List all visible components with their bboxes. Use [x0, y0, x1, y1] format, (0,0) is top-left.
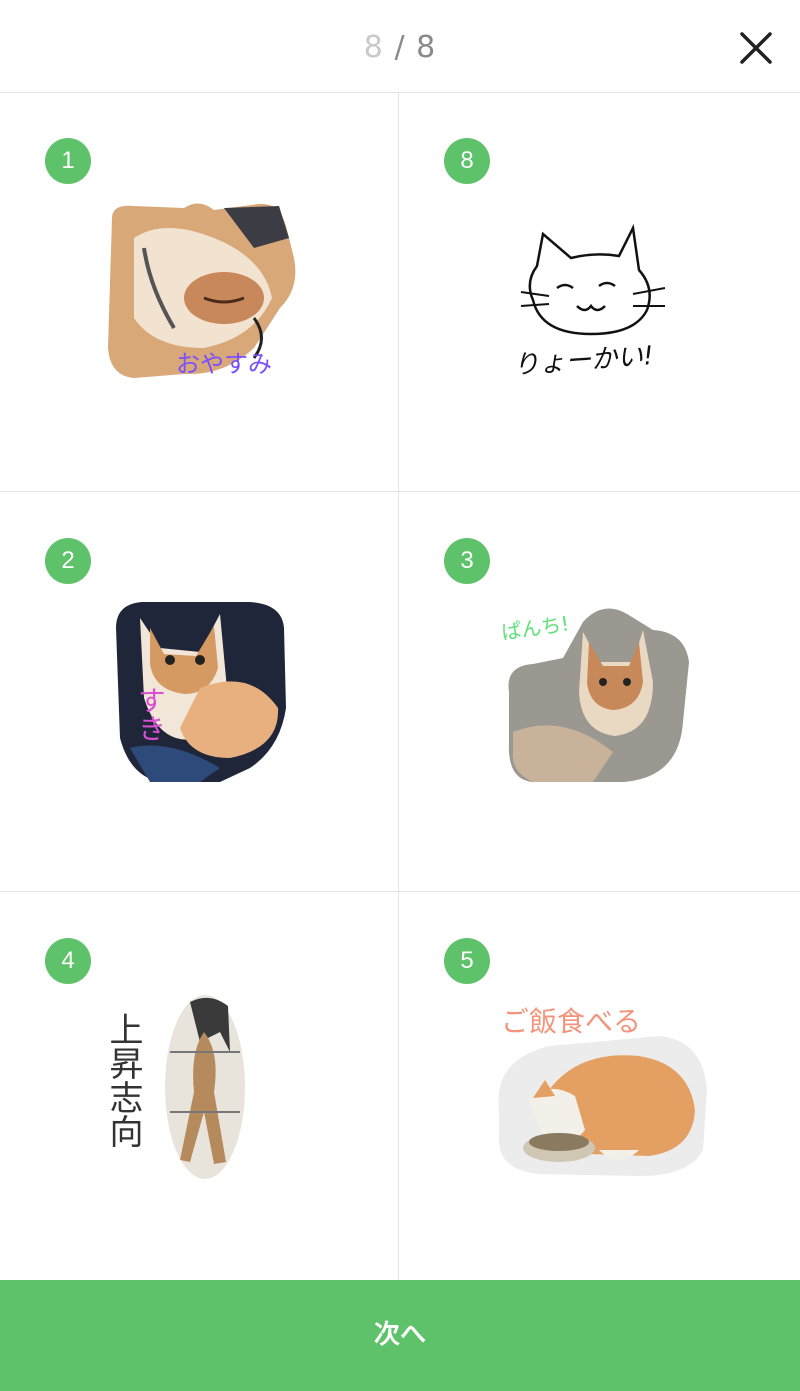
sticker-cell-2[interactable]: 2 すき — [0, 492, 398, 891]
counter-current: 8 — [363, 30, 384, 65]
sticker-caption: 上昇志向 — [103, 1012, 143, 1148]
sticker-cell-8[interactable]: 8 りょーかい! — [399, 92, 797, 491]
next-button[interactable]: 次へ — [0, 1280, 800, 1391]
sticker-cat-eating: ご飯食べる — [489, 1000, 713, 1190]
close-button[interactable] — [736, 28, 776, 68]
order-badge: 1 — [45, 138, 91, 184]
sticker-drawn-cat: りょーかい! — [512, 222, 675, 382]
sticker-cell-4[interactable]: 4 上昇志向 — [0, 892, 398, 1291]
sticker-cell-5[interactable]: 5 ご飯食べる — [399, 892, 797, 1291]
sticker-cat-climbing: 上昇志向 — [103, 992, 254, 1188]
order-badge: 2 — [45, 538, 91, 584]
close-icon — [740, 32, 772, 64]
page-counter: 8 / 8 — [0, 30, 800, 65]
order-badge: 5 — [444, 938, 490, 984]
sticker-caption: すき — [134, 686, 167, 742]
counter-separator: / — [394, 30, 406, 65]
order-badge: 8 — [444, 138, 490, 184]
cat-photo-image — [165, 995, 245, 1179]
cat-drawing-image — [520, 223, 666, 336]
sticker-cell-3[interactable]: 3 ぱんち! — [399, 492, 797, 891]
cat-photo-image — [498, 1036, 707, 1176]
sticker-sleeping-cat: おやすみ — [104, 198, 304, 388]
sticker-cell-1[interactable]: 1 おやすみ — [0, 92, 398, 491]
counter-total: 8 — [416, 30, 437, 65]
order-badge: 3 — [444, 538, 490, 584]
sticker-cat-punch: ぱんち! — [500, 602, 699, 792]
sticker-grid: 1 おやすみ 8 りょーかい! 2 すき 3 ぱんち! 4 上昇志向 5 ご飯食… — [0, 92, 800, 1280]
sticker-caption: おやすみ — [176, 350, 272, 378]
sticker-cat-love: すき — [110, 598, 290, 784]
order-badge: 4 — [45, 938, 91, 984]
header: 8 / 8 — [0, 0, 800, 92]
